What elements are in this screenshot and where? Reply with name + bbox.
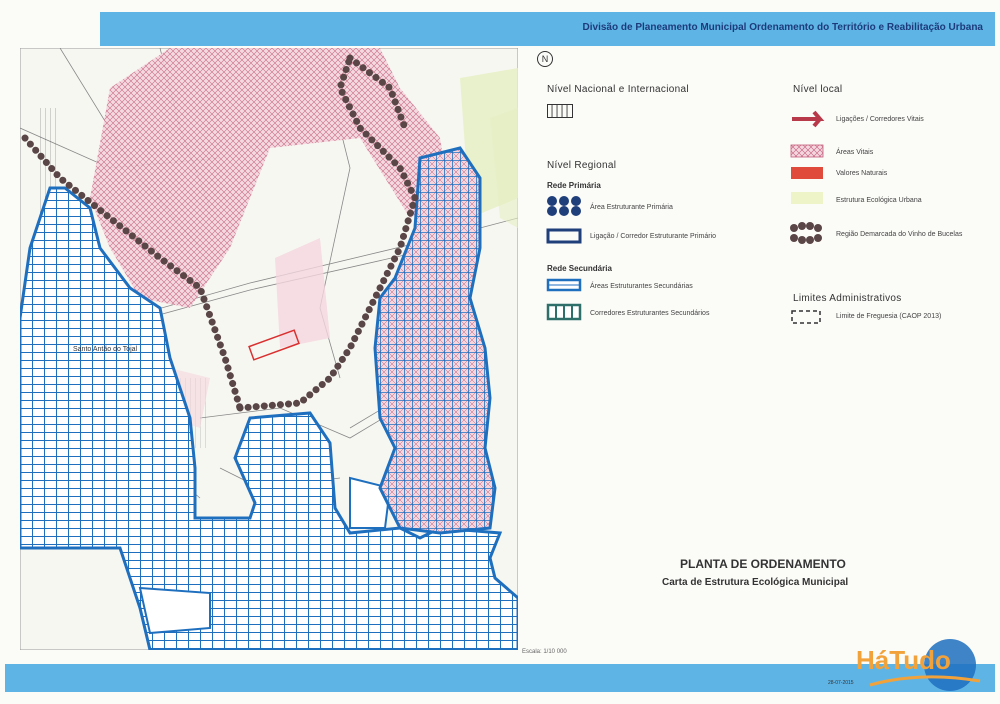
natural-values-icon (791, 167, 823, 179)
header-title: Divisão de Planeamento Municipal Ordenam… (582, 22, 983, 33)
legend-primary-corridor-label: Ligação / Corredor Estruturante Primário (590, 233, 717, 240)
watermark-text: HáTudo (856, 645, 951, 675)
legend-wine-region-label: Região Demarcada do Vinho de Bucelas (836, 231, 963, 238)
legend-urban-structure-label: Estrutura Ecológica Urbana (836, 197, 922, 204)
date-label: 28-07-2015 (828, 680, 854, 686)
north-arrow-icon: N (537, 51, 553, 67)
primary-corridor-icon (546, 228, 582, 244)
wine-region-icon (790, 222, 822, 244)
national-symbol-icon (547, 104, 573, 118)
legend-primary-area-label: Área Estruturante Primária (590, 204, 673, 211)
parish-boundary-icon (791, 310, 821, 324)
secondary-corridor-icon (546, 303, 582, 321)
place-label: Santo Antão do Tojal (73, 346, 138, 353)
header-bar: Divisão de Planeamento Municipal Ordenam… (100, 12, 995, 46)
legend-national-heading: Nível Nacional e Internacional (547, 84, 689, 95)
footer-bar (5, 664, 995, 692)
legend-secondary-corridor-label: Corredores Estruturantes Secundários (590, 310, 710, 317)
map-sheet: Divisão de Planeamento Municipal Ordenam… (0, 0, 1000, 704)
legend-primary-network: Rede Primária (547, 181, 601, 190)
plan-subtitle: Carta de Estrutura Ecológica Municipal (662, 577, 849, 588)
plan-title: PLANTA DE ORDENAMENTO (680, 557, 846, 571)
legend-local-heading: Nível local (793, 84, 843, 95)
legend-secondary-area-label: Áreas Estruturantes Secundárias (590, 283, 693, 290)
legend-vital-area-label: Áreas Vitais (836, 149, 874, 156)
vital-area-icon (790, 144, 824, 158)
scale-label: Escala: 1/10 000 (522, 649, 567, 655)
legend-secondary-network: Rede Secundária (547, 264, 612, 273)
secondary-area-icon (546, 278, 582, 292)
legend-natural-values-label: Valores Naturais (836, 170, 888, 177)
legend-regional-heading: Nível Regional (547, 160, 617, 171)
primary-area-icon (547, 196, 581, 216)
legend-vital-corridor-label: Ligações / Corredores Vitais (836, 116, 924, 123)
legend-parish-boundary-label: Limite de Freguesia (CAOP 2013) (836, 313, 942, 320)
urban-structure-icon (791, 192, 823, 204)
vital-corridor-icon (792, 110, 825, 128)
legend-limits-heading: Limites Administrativos (793, 293, 902, 304)
